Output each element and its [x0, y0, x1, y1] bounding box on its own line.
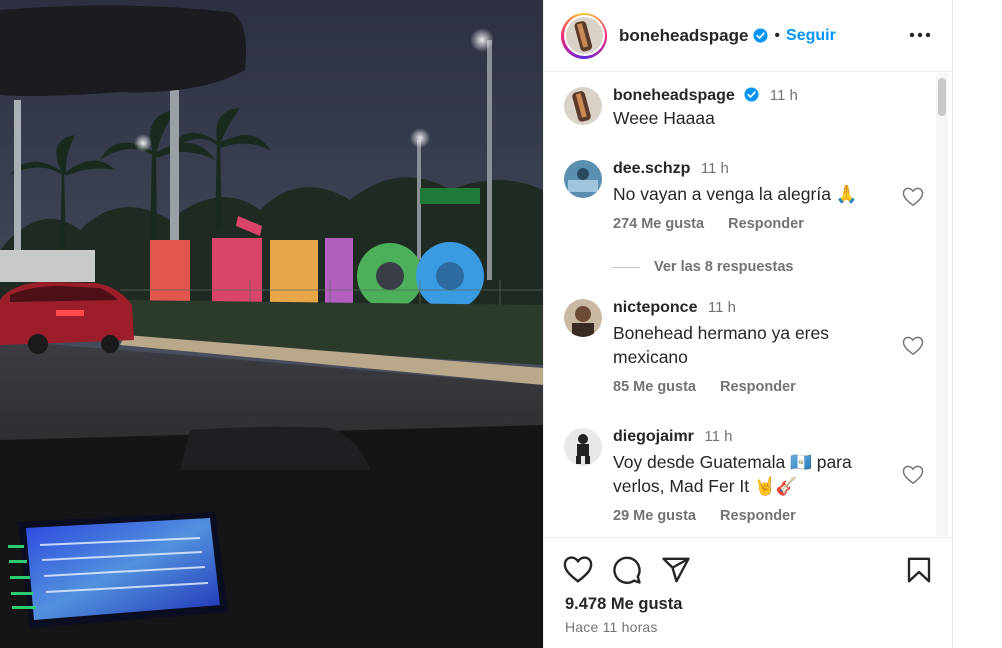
caption-time[interactable]: 11 h	[770, 87, 798, 104]
heart-icon[interactable]	[902, 187, 924, 207]
reply-button[interactable]: Responder	[728, 216, 804, 232]
more-options-icon[interactable]	[909, 26, 931, 44]
comment-username[interactable]: dee.schzp	[613, 160, 690, 177]
heart-icon[interactable]	[563, 555, 593, 585]
post-photo[interactable]	[0, 0, 543, 648]
share-icon[interactable]	[661, 555, 691, 585]
comment-text: No vayan a venga la alegría 🙏	[613, 184, 858, 204]
likes-count[interactable]: 9.478 Me gusta	[565, 595, 682, 614]
page-background-gutter	[952, 0, 1002, 648]
caption-text: Weee Haaaa	[613, 108, 715, 128]
reply-button[interactable]: Responder	[720, 379, 796, 395]
comment-time[interactable]: 11 h	[701, 160, 729, 177]
comment-text: Bonehead hermano ya eres mexicano	[613, 323, 829, 367]
avatar[interactable]	[564, 428, 602, 466]
avatar[interactable]	[564, 299, 602, 337]
comment-likes[interactable]: 85 Me gusta	[613, 379, 696, 395]
caption-username[interactable]: boneheadspage	[613, 87, 735, 104]
comment-time[interactable]: 11 h	[704, 428, 732, 445]
comments-list: boneheadspage 11 h Weee Haaaa dee.schzp …	[544, 73, 953, 536]
comment-icon[interactable]	[612, 555, 642, 585]
comment-likes[interactable]: 274 Me gusta	[613, 216, 704, 232]
comment-username[interactable]: diegojaimr	[613, 428, 694, 445]
avatar	[565, 17, 603, 54]
comment-text: Voy desde Guatemala 🇬🇹 para verlos, Mad …	[613, 452, 852, 496]
separator-dot: •	[774, 26, 781, 44]
road-sign	[420, 188, 480, 204]
view-replies-button[interactable]: Ver las 8 respuestas	[612, 259, 793, 275]
view-replies-label[interactable]: Ver las 8 respuestas	[654, 259, 793, 275]
verified-badge-icon	[753, 28, 768, 43]
comment-username[interactable]: nicteponce	[613, 299, 697, 316]
post-header: boneheadspage • Seguir	[544, 0, 953, 72]
author-avatar-story-ring[interactable]	[561, 12, 607, 59]
instagram-post-modal: boneheadspage • Seguir boneheadspage 11 …	[0, 0, 1002, 648]
photo-scene	[0, 0, 543, 648]
avatar[interactable]	[564, 160, 602, 198]
post-side-panel: boneheadspage • Seguir boneheadspage 11 …	[543, 0, 953, 648]
car-display-screen	[8, 512, 228, 628]
save-icon[interactable]	[904, 555, 934, 585]
heart-icon[interactable]	[902, 336, 924, 356]
comment-time[interactable]: 11 h	[708, 299, 736, 316]
verified-badge-icon	[744, 87, 759, 102]
heart-icon[interactable]	[902, 465, 924, 485]
replies-divider	[612, 266, 640, 268]
comment-likes[interactable]: 29 Me gusta	[613, 508, 696, 524]
reply-button[interactable]: Responder	[720, 508, 796, 524]
follow-button[interactable]: Seguir	[786, 27, 836, 45]
post-timestamp[interactable]: Hace 11 horas	[565, 619, 658, 635]
avatar[interactable]	[564, 87, 602, 125]
author-username[interactable]: boneheadspage	[619, 26, 748, 46]
